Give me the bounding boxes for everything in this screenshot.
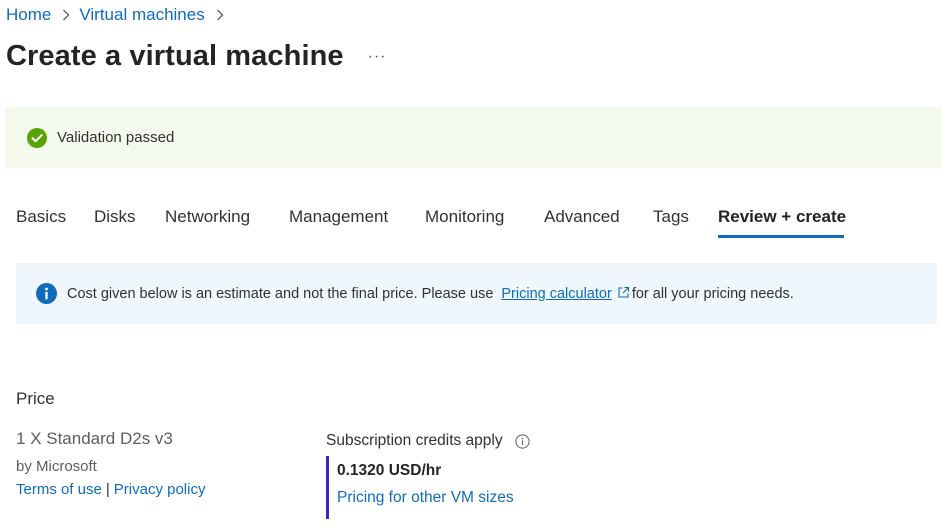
info-text-after: for all your pricing needs. [631, 285, 794, 302]
active-tab-indicator [718, 235, 844, 238]
price-rate: 0.1320 USD/hr [337, 462, 442, 479]
pricing-calculator-link[interactable]: Pricing calculator [501, 286, 611, 302]
tab-review-create[interactable]: Review + create [718, 203, 846, 231]
info-text: Cost given below is an estimate and not … [67, 286, 794, 302]
publisher: by Microsoft [16, 458, 97, 475]
breadcrumb-virtual-machines[interactable]: Virtual machines [79, 5, 204, 25]
tab-basics[interactable]: Basics [16, 203, 66, 231]
page-title: Create a virtual machine [6, 40, 344, 72]
other-vm-sizes-link[interactable]: Pricing for other VM sizes [337, 487, 514, 509]
success-check-icon [27, 127, 47, 148]
breadcrumb-home[interactable]: Home [6, 5, 51, 25]
subscription-credits: Subscription credits apply [326, 430, 530, 452]
tab-advanced[interactable]: Advanced [544, 203, 620, 231]
terms-of-use-link[interactable]: Terms of use [16, 481, 102, 498]
validation-banner: Validation passed [5, 107, 941, 168]
tab-tags[interactable]: Tags [653, 203, 689, 231]
more-options-button[interactable]: ··· [366, 46, 388, 68]
price-accent-bar [326, 456, 329, 519]
tab-management[interactable]: Management [289, 203, 388, 231]
info-bar: Cost given below is an estimate and not … [16, 263, 937, 324]
credits-label: Subscription credits apply [326, 432, 503, 449]
info-icon [36, 283, 57, 304]
breadcrumb: Home Virtual machines [6, 4, 233, 26]
external-link-icon [618, 286, 629, 298]
legal-links: Terms of use | Privacy policy [16, 480, 205, 500]
privacy-policy-link[interactable]: Privacy policy [114, 481, 206, 498]
validation-text: Validation passed [57, 129, 175, 146]
tab-bar: Basics Disks Networking Management Monit… [0, 203, 941, 239]
tab-disks[interactable]: Disks [94, 203, 136, 231]
tab-networking[interactable]: Networking [165, 203, 250, 231]
tab-monitoring[interactable]: Monitoring [425, 203, 504, 231]
product-name: 1 X Standard D2s v3 [16, 429, 173, 448]
link-separator: | [105, 481, 110, 498]
info-outline-icon[interactable] [515, 433, 530, 449]
price-section-title: Price [16, 389, 55, 408]
info-text-before: Cost given below is an estimate and not … [67, 285, 494, 302]
chevron-right-icon [59, 4, 73, 26]
chevron-right-icon [213, 4, 227, 26]
